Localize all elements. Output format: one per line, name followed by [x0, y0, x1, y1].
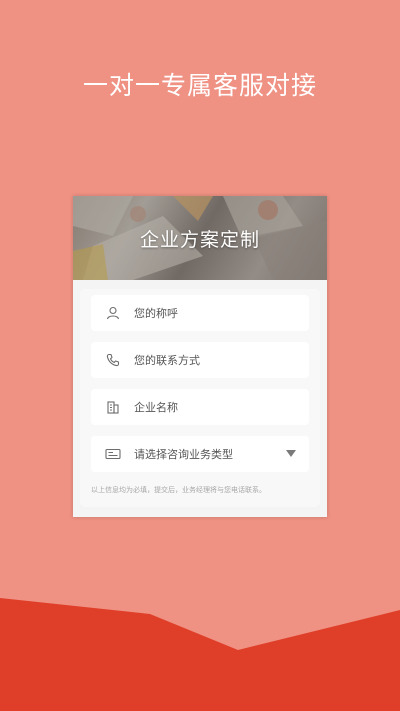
company-field-placeholder: 企业名称: [134, 401, 178, 414]
form-area: 您的称呼 您的联系方式 企业名称 请选择咨询业务类型 以上信息均为必填，提交后，…: [80, 289, 320, 507]
page-headline: 一对一专属客服对接: [82, 71, 317, 100]
caret-down-icon[interactable]: [286, 450, 296, 457]
banner-title: 企业方案定制: [139, 228, 260, 251]
form-notice: 以上信息均为必填，提交后，业务经理将与您电话联系。: [91, 486, 266, 494]
user-icon: [104, 304, 122, 322]
company-field[interactable]: 企业名称: [91, 389, 309, 425]
bottom-decoration: [0, 598, 400, 711]
business-type-placeholder: 请选择咨询业务类型: [134, 448, 233, 461]
banner-image: 企业方案定制: [73, 196, 327, 280]
business-type-select[interactable]: 请选择咨询业务类型: [91, 436, 309, 472]
id-card-icon: [104, 445, 122, 463]
name-field-placeholder: 您的称呼: [134, 307, 178, 320]
consult-form-card: 企业方案定制 您的称呼 您的联系方式 企业名称 请选择咨询业务类型 以上信息均为…: [73, 196, 327, 517]
contact-field-placeholder: 您的联系方式: [134, 354, 200, 367]
building-icon: [104, 398, 122, 416]
contact-field[interactable]: 您的联系方式: [91, 342, 309, 378]
phone-icon: [104, 351, 122, 369]
name-field[interactable]: 您的称呼: [91, 295, 309, 331]
